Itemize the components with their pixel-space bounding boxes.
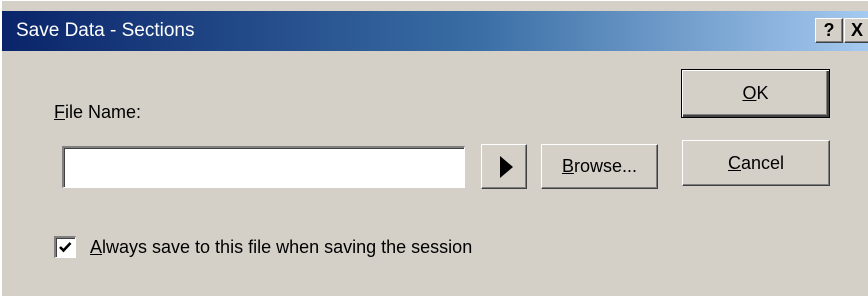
cancel-button[interactable]: Cancel: [682, 140, 830, 186]
save-data-dialog: Save Data - Sections ? X File Name: Brow…: [0, 0, 868, 296]
expand-arrow-button[interactable]: [481, 144, 527, 189]
always-save-checkbox[interactable]: [54, 236, 76, 258]
help-icon: ?: [823, 20, 835, 40]
cancel-mnemonic: C: [727, 152, 741, 173]
file-name-mnemonic: F: [54, 102, 65, 122]
right-arrow-icon: [499, 155, 513, 178]
always-save-label[interactable]: Always save to this file when saving the…: [90, 237, 472, 258]
checkmark-icon: [59, 242, 72, 253]
window-title: Save Data - Sections: [16, 20, 195, 41]
file-name-input[interactable]: [62, 146, 465, 188]
browse-mnemonic: B: [561, 156, 574, 176]
browse-button[interactable]: Browse...: [541, 144, 658, 189]
always-save-mnemonic: A: [90, 237, 103, 257]
help-button[interactable]: ?: [815, 18, 843, 43]
ok-label: K: [756, 83, 769, 103]
file-name-label-text: ile Name:: [65, 102, 142, 122]
close-button[interactable]: X: [844, 18, 868, 43]
file-name-label: File Name:: [54, 102, 141, 123]
ok-button[interactable]: OK: [681, 69, 830, 118]
title-bar[interactable]: Save Data - Sections ? X: [2, 11, 868, 51]
ok-mnemonic: O: [742, 83, 757, 103]
cancel-label: ancel: [740, 152, 785, 173]
close-icon: X: [850, 20, 863, 40]
always-save-label-text: lways save to this file when saving the …: [102, 237, 473, 257]
browse-label: rowse...: [573, 156, 638, 176]
